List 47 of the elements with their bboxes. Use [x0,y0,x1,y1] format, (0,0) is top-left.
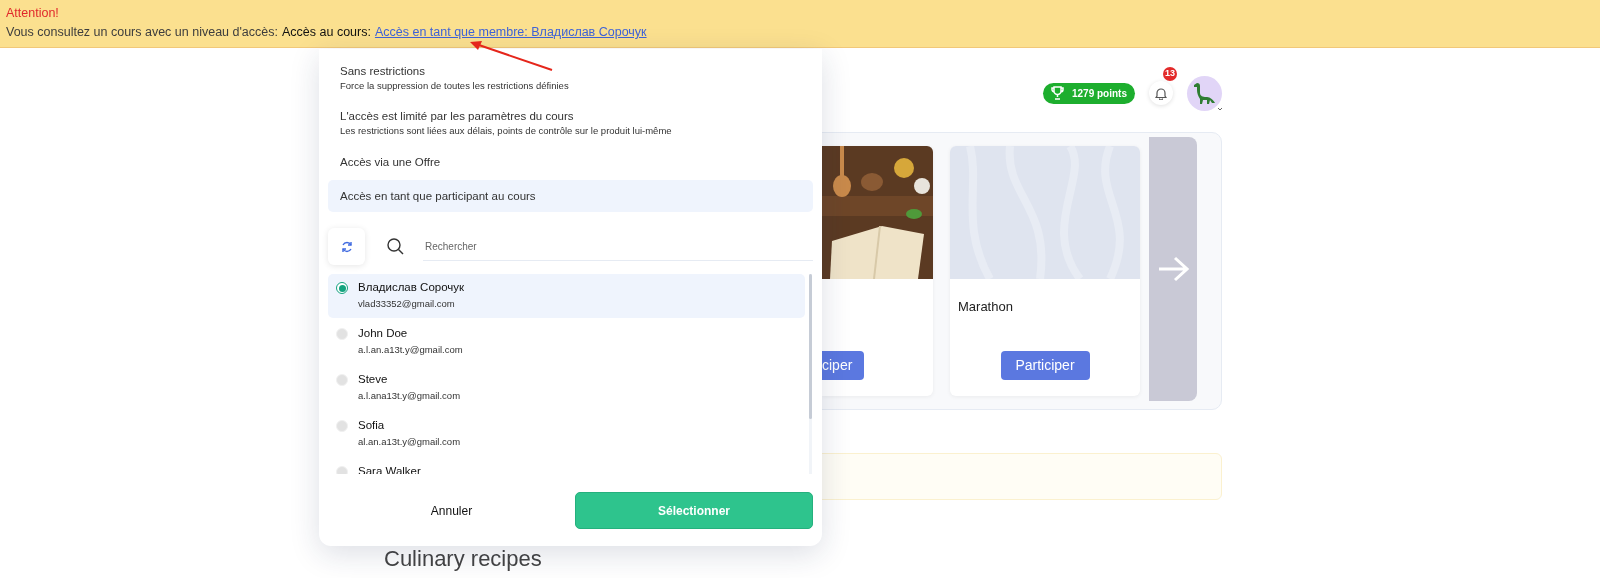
search-field[interactable]: Rechercher [423,232,813,261]
member-option[interactable]: Steve a.l.ana13t.y@gmail.com [328,366,805,410]
scrollbar-thumb[interactable] [809,274,812,419]
access-option[interactable]: Sans restrictions Force la suppression de toutes les restrictions définies [328,56,813,99]
user-avatar[interactable] [1187,75,1222,111]
cancel-button[interactable]: Annuler [328,492,575,529]
access-option[interactable]: Accès via une Offre [328,146,813,178]
member-email: a.l.ana13t.y@gmail.com [358,390,461,402]
member-option[interactable]: John Doe a.l.an.a13t.y@gmail.com [328,320,805,364]
member-name: Steve [358,372,389,386]
notification-count: 13 [1163,67,1177,81]
member-email: a.l.an.a13t.y@gmail.com [358,344,463,356]
access-option[interactable]: Accès en tant que participant au cours [328,180,813,212]
member-name: John Doe [358,326,409,340]
option-description: Force la suppression de toutes les restrictions définies [340,79,570,92]
access-label: Accès au cours: [282,24,371,40]
next-button[interactable] [1149,137,1197,401]
points-text: 1279 points [1071,86,1127,101]
member-name: Sofia [358,418,386,432]
bell-icon [1155,86,1167,100]
member-name: Владислав Сорочук [358,280,465,294]
notification-button[interactable] [1149,81,1173,105]
section-title: Culinary recipes [384,546,543,572]
arrow-right-icon [1157,256,1189,282]
member-email: vlad33352@gmail.com [358,298,456,310]
option-label: Accès en tant que participant au cours [340,189,537,204]
option-description: Les restrictions sont liées aux délais, points de contrôle sur le produit lui-même [340,124,673,137]
member-option[interactable]: Владислав Сорочук vlad33352@gmail.com [328,274,805,318]
access-option[interactable]: L'accès est limité par les paramètres du cours Les restrictions sont liées aux délais, points de contrôle sur le produit lui-même [328,101,813,144]
course-title: Marathon [958,298,1013,316]
refresh-icon [340,240,353,253]
option-label: L'accès est limité par les paramètres du cours [340,109,575,124]
annotation-arrow-icon [468,38,554,72]
participate-button[interactable]: Participer [1000,351,1090,380]
alert-title: Attention! [6,5,60,21]
alert-message: Vous consultez un cours avec un niveau d'accès: [6,24,278,40]
option-label: Accès via une Offre [340,155,442,170]
refresh-button[interactable] [328,228,365,265]
member-option[interactable]: Sofia al.an.a13t.y@gmail.com [328,412,805,456]
access-link[interactable]: Accès en tant que membre: Владислав Сорочук [374,24,647,40]
trophy-icon [1050,86,1064,100]
dinosaur-icon [1192,82,1217,104]
option-label: Sans restrictions [340,64,426,79]
radio-button[interactable] [336,282,348,294]
participate-button[interactable]: ciper [822,351,864,380]
member-email: al.an.a13t.y@gmail.com [358,436,461,448]
search-icon [387,238,404,255]
